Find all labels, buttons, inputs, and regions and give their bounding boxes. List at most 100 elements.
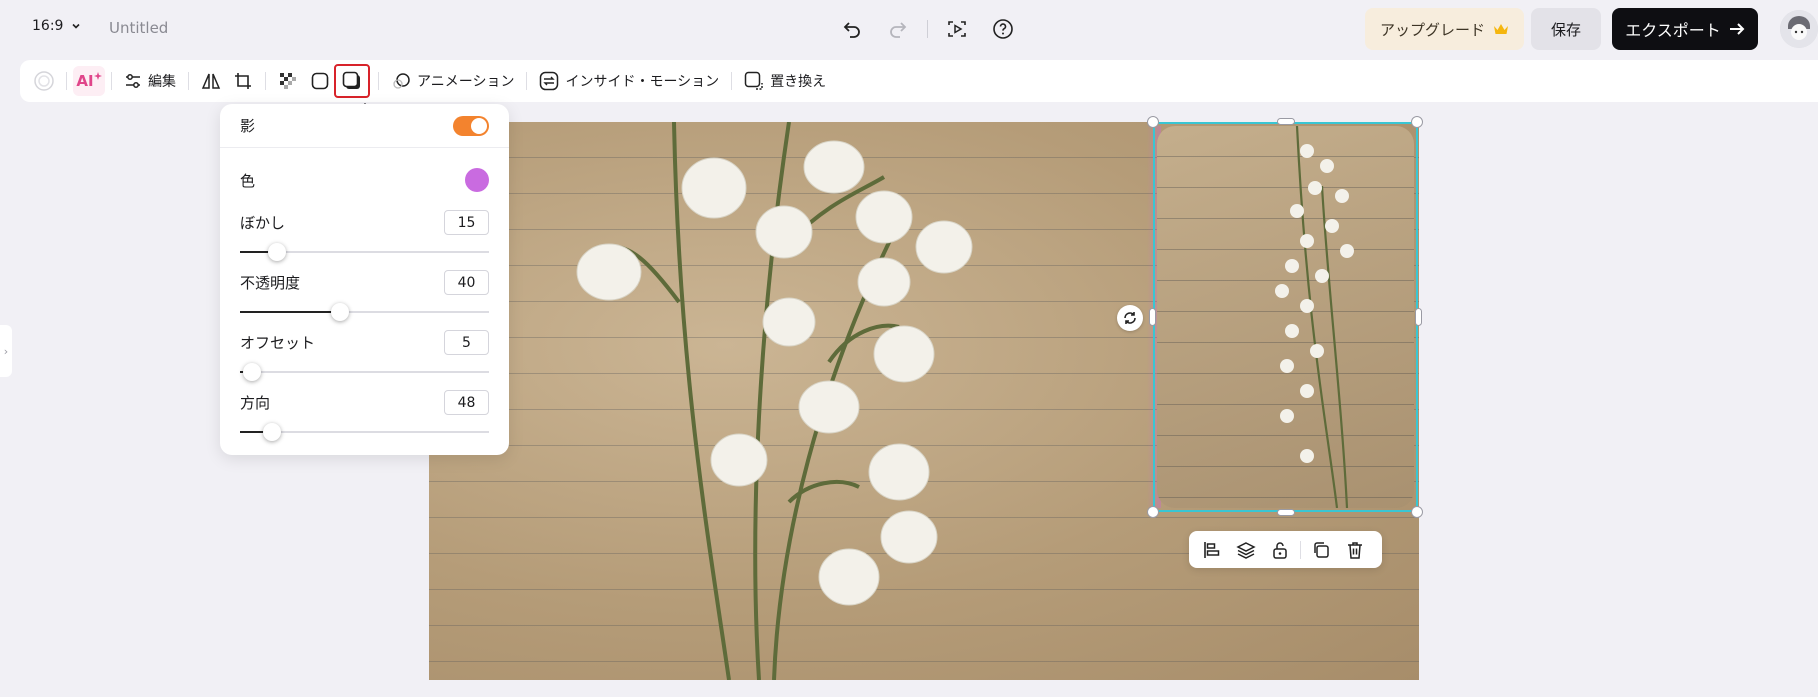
animation-label: アニメーション <box>417 74 515 90</box>
upgrade-label: アップグレード <box>1379 20 1485 39</box>
side-panel-toggle[interactable]: › <box>0 325 12 377</box>
undo-button[interactable] <box>835 12 869 46</box>
help-button[interactable] <box>986 12 1020 46</box>
flip-button[interactable] <box>195 66 227 96</box>
trash-icon <box>1348 541 1362 559</box>
direction-input[interactable]: 48 <box>444 390 489 415</box>
inside-motion-button[interactable]: インサイド・モーション <box>533 66 725 96</box>
help-icon <box>993 19 1013 39</box>
divider <box>265 72 266 90</box>
shadow-panel: 影 色 ぼかし 15 不透明度 40 オフセット 5 方向 48 <box>220 104 509 455</box>
slider-thumb[interactable] <box>243 363 261 381</box>
align-button[interactable] <box>1195 533 1229 567</box>
offset-slider[interactable] <box>240 363 489 381</box>
element-toolbar: AI 編集 アニメーション インサイド・モーション 置き換え <box>20 60 1818 102</box>
aspect-ratio-label: 16:9 <box>32 18 64 34</box>
export-label: エクスポート <box>1625 21 1721 40</box>
divider <box>927 20 928 38</box>
blur-slider[interactable] <box>240 243 489 261</box>
history-tools <box>835 12 1020 46</box>
corner-radius-button[interactable] <box>304 66 336 96</box>
replace-label: 置き換え <box>770 74 827 90</box>
shadow-direction-row: 方向 48 <box>240 390 489 441</box>
prop-label: ぼかし <box>240 214 286 232</box>
sparkle-icon <box>93 72 102 80</box>
align-left-icon <box>1204 541 1220 558</box>
save-label: 保存 <box>1550 20 1581 39</box>
divider <box>731 72 733 90</box>
chevron-down-icon <box>72 23 81 29</box>
resize-handle-right[interactable] <box>1415 308 1422 326</box>
export-button[interactable]: エクスポート <box>1612 8 1758 50</box>
opacity-input[interactable]: 40 <box>444 270 489 295</box>
sliders-icon <box>126 74 140 88</box>
opacity-slider[interactable] <box>240 303 489 321</box>
edit-button[interactable]: 編集 <box>118 66 182 96</box>
slider-thumb[interactable] <box>268 243 286 261</box>
rotate-handle[interactable] <box>1117 305 1143 331</box>
resize-handle-left[interactable] <box>1149 308 1156 326</box>
redo-button[interactable] <box>881 12 915 46</box>
play-preview-icon <box>948 21 966 37</box>
resize-handle-bottom[interactable] <box>1277 509 1295 516</box>
resize-handle-bottom-left[interactable] <box>1147 506 1159 518</box>
shadow-color-swatch[interactable] <box>465 168 489 192</box>
slider-thumb[interactable] <box>331 303 349 321</box>
edit-label: 編集 <box>148 74 176 90</box>
avatar[interactable] <box>1780 10 1818 48</box>
save-button[interactable]: 保存 <box>1531 8 1601 50</box>
shadow-button[interactable] <box>334 64 370 98</box>
prop-label: 方向 <box>240 394 271 412</box>
element-quick-actions <box>1189 531 1382 568</box>
crop-icon <box>235 73 251 89</box>
animation-button[interactable]: アニメーション <box>385 66 520 96</box>
resize-handle-top-left[interactable] <box>1147 116 1159 128</box>
inside-motion-icon <box>540 71 559 91</box>
divider <box>1300 540 1301 559</box>
top-bar: 16:9 Untitled アップグレード 保存 エクスポート <box>0 0 1818 58</box>
lock-button[interactable] <box>1263 533 1297 567</box>
blur-input[interactable]: 15 <box>444 210 489 235</box>
aspect-ratio-dropdown[interactable]: 16:9 <box>32 18 81 34</box>
chevron-right-icon: › <box>3 344 9 358</box>
ai-tools-button[interactable]: AI <box>73 66 105 96</box>
crop-button[interactable] <box>227 66 259 96</box>
selection-frame <box>1153 122 1418 512</box>
shadow-color-label: 色 <box>240 171 256 190</box>
upgrade-button[interactable]: アップグレード <box>1365 8 1524 50</box>
arrow-right-icon <box>1729 23 1745 35</box>
shadow-color-row: 色 <box>240 168 489 192</box>
preview-button[interactable] <box>940 12 974 46</box>
layers-icon <box>1236 541 1256 559</box>
offset-input[interactable]: 5 <box>444 330 489 355</box>
rounded-square-icon <box>311 72 329 90</box>
duplicate-button[interactable] <box>1304 533 1338 567</box>
divider <box>66 72 67 90</box>
undo-icon <box>843 22 860 38</box>
shadow-offset-row: オフセット 5 <box>240 330 489 381</box>
checkerboard-icon <box>280 73 296 89</box>
flip-icon <box>201 73 221 89</box>
resize-handle-top[interactable] <box>1277 118 1295 125</box>
replace-icon <box>744 71 763 90</box>
divider <box>188 72 189 90</box>
delete-button[interactable] <box>1338 533 1372 567</box>
layers-button[interactable] <box>1229 533 1263 567</box>
crown-icon <box>1494 24 1508 34</box>
shadow-icon <box>342 71 360 89</box>
direction-slider[interactable] <box>240 423 489 441</box>
document-title[interactable]: Untitled <box>109 19 168 37</box>
shadow-toggle[interactable] <box>453 115 489 136</box>
shadow-panel-header: 影 <box>220 104 509 148</box>
redo-icon <box>890 22 907 38</box>
color-picker-button[interactable] <box>28 66 60 96</box>
resize-handle-bottom-right[interactable] <box>1411 506 1423 518</box>
slider-fill <box>240 311 340 313</box>
slider-thumb[interactable] <box>263 423 281 441</box>
user-avatar-icon <box>1780 10 1818 48</box>
resize-handle-top-right[interactable] <box>1411 116 1423 128</box>
circle-outline-icon <box>34 71 54 91</box>
inside-motion-label: インサイド・モーション <box>565 74 720 90</box>
replace-button[interactable]: 置き換え <box>738 66 832 96</box>
transparency-button[interactable] <box>272 66 304 96</box>
